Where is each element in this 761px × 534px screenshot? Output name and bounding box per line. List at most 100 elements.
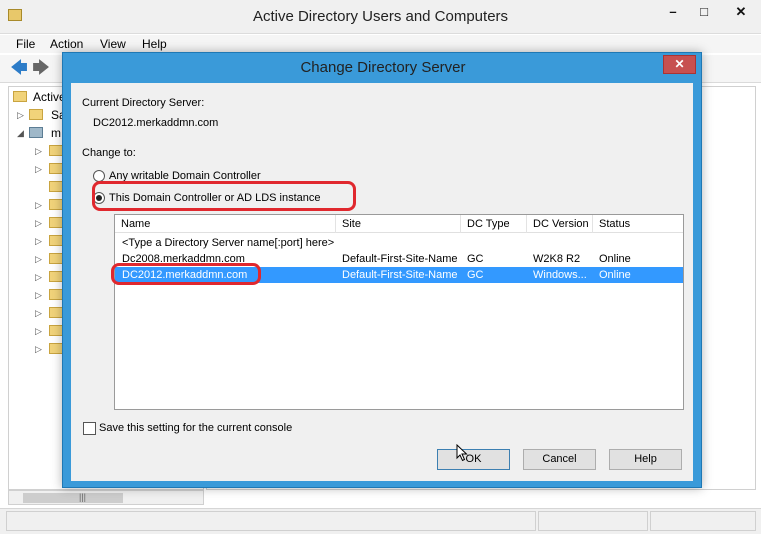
status-bar — [0, 508, 761, 534]
menu-help[interactable]: Help — [142, 37, 167, 51]
forward-arrow-icon[interactable]: 🡆 — [32, 59, 50, 77]
expand-icon[interactable]: ▷ — [35, 308, 42, 319]
dialog-body: Current Directory Server: DC2012.merkadd… — [71, 83, 693, 481]
expand-icon[interactable]: ▷ — [35, 254, 42, 265]
menu-file[interactable]: File — [16, 37, 35, 51]
status-cell — [6, 511, 536, 531]
help-button[interactable]: Help — [609, 449, 682, 470]
folder-icon — [13, 91, 27, 102]
status-cell — [538, 511, 648, 531]
current-server-value: DC2012.merkaddmn.com — [93, 117, 219, 129]
tree-root-label: Active — [33, 90, 66, 104]
maximize-button[interactable]: □ — [688, 4, 720, 22]
column-header-status[interactable]: Status — [593, 215, 683, 233]
tree-item[interactable]: ▷ Sa — [9, 107, 69, 123]
radio-any-writable-dc[interactable] — [93, 170, 105, 182]
expand-icon[interactable]: ▷ — [35, 200, 42, 211]
minimize-button[interactable]: – — [657, 4, 689, 22]
folder-icon — [29, 109, 43, 120]
change-to-label: Change to: — [82, 147, 136, 159]
tree-child[interactable] — [9, 179, 69, 195]
column-header-site[interactable]: Site — [336, 215, 461, 233]
tree-child[interactable]: ▷ — [9, 143, 69, 159]
tree-horizontal-scrollbar[interactable]: ||| — [8, 490, 204, 505]
radio-this-dc[interactable] — [93, 192, 105, 204]
tree-child[interactable]: ▷ — [9, 215, 69, 231]
cell-dc-type: GC — [467, 269, 484, 281]
expand-icon[interactable]: ▷ — [17, 110, 24, 121]
current-server-label: Current Directory Server: — [82, 97, 205, 109]
menubar: File Action View Help — [0, 35, 761, 53]
tree-child[interactable]: ▷ — [9, 161, 69, 177]
cell-name: <Type a Directory Server name[:port] her… — [122, 237, 335, 249]
expand-icon[interactable]: ▷ — [35, 236, 42, 247]
dialog-title: Change Directory Server — [300, 59, 466, 76]
collapse-icon[interactable]: ◢ — [17, 128, 24, 139]
menu-view[interactable]: View — [100, 37, 126, 51]
expand-icon[interactable]: ▷ — [35, 218, 42, 229]
folder-icon — [49, 181, 63, 192]
menu-action[interactable]: Action — [50, 37, 83, 51]
cell-name: Dc2008.merkaddmn.com — [122, 253, 245, 265]
tree-child[interactable]: ▷ — [9, 323, 69, 339]
expand-icon[interactable]: ▷ — [35, 326, 42, 337]
folder-icon — [49, 343, 63, 354]
folder-icon — [49, 145, 63, 156]
dialog-close-button[interactable]: ✕ — [663, 55, 696, 74]
tree-child[interactable]: ▷ — [9, 341, 69, 357]
expand-icon[interactable]: ▷ — [35, 290, 42, 301]
folder-icon — [49, 325, 63, 336]
directory-server-list[interactable]: Name Site DC Type DC Version Status <Typ… — [114, 214, 684, 410]
cell-dc-type: GC — [467, 253, 484, 265]
main-titlebar: Active Directory Users and Computers – □… — [0, 0, 761, 34]
tree-child[interactable]: ▷ — [9, 233, 69, 249]
tree-item-label: m — [51, 126, 61, 140]
tree-child[interactable]: ▷ — [9, 305, 69, 321]
expand-icon[interactable]: ▷ — [35, 146, 42, 157]
change-directory-server-dialog: Change Directory Server ✕ Current Direct… — [62, 52, 702, 488]
expand-icon[interactable]: ▷ — [35, 164, 42, 175]
tree-root[interactable]: Active — [9, 89, 69, 105]
save-setting-checkbox[interactable] — [83, 422, 96, 435]
window-title: Active Directory Users and Computers — [252, 8, 509, 25]
cell-dc-version: W2K8 R2 — [533, 253, 581, 265]
cell-site: Default-First-Site-Name — [342, 253, 457, 265]
folder-icon — [49, 199, 63, 210]
table-row-selected[interactable]: DC2012.merkaddmn.com Default-First-Site-… — [115, 267, 683, 283]
tree-child[interactable]: ▷ — [9, 269, 69, 285]
scrollbar-thumb[interactable]: ||| — [23, 492, 123, 503]
close-button[interactable]: ✕ — [725, 4, 757, 22]
tree-child[interactable]: ▷ — [9, 251, 69, 267]
cell-dc-version: Windows... — [533, 269, 587, 281]
column-header-dc-version[interactable]: DC Version — [527, 215, 593, 233]
cell-status: Online — [599, 253, 631, 265]
tree-child[interactable]: ▷ — [9, 197, 69, 213]
radio-this-dc-label[interactable]: This Domain Controller or AD LDS instanc… — [109, 192, 321, 204]
folder-icon — [49, 163, 63, 174]
folder-icon — [49, 253, 63, 264]
table-row[interactable]: Dc2008.merkaddmn.com Default-First-Site-… — [115, 251, 683, 267]
expand-icon[interactable]: ▷ — [35, 344, 42, 355]
mouse-cursor-icon — [456, 444, 468, 462]
list-header: Name Site DC Type DC Version Status — [115, 215, 683, 233]
expand-icon[interactable]: ▷ — [35, 272, 42, 283]
back-arrow-icon[interactable]: 🡄 — [10, 59, 28, 77]
cancel-button[interactable]: Cancel — [523, 449, 596, 470]
domain-icon — [29, 127, 43, 138]
folder-icon — [49, 271, 63, 282]
cell-name: DC2012.merkaddmn.com — [122, 269, 248, 281]
ok-button[interactable]: OK — [437, 449, 510, 470]
folder-icon — [49, 217, 63, 228]
cell-site: Default-First-Site-Name — [342, 269, 457, 281]
folder-icon — [49, 289, 63, 300]
status-cell — [650, 511, 756, 531]
grip-icon: ||| — [79, 492, 87, 502]
column-header-name[interactable]: Name — [115, 215, 336, 233]
radio-any-writable-dc-label[interactable]: Any writable Domain Controller — [109, 170, 261, 182]
save-setting-label[interactable]: Save this setting for the current consol… — [99, 422, 292, 434]
tree-child[interactable]: ▷ — [9, 287, 69, 303]
table-row[interactable]: <Type a Directory Server name[:port] her… — [115, 235, 683, 251]
folder-icon — [49, 307, 63, 318]
tree-item[interactable]: ◢ m — [9, 125, 69, 141]
column-header-dc-type[interactable]: DC Type — [461, 215, 527, 233]
